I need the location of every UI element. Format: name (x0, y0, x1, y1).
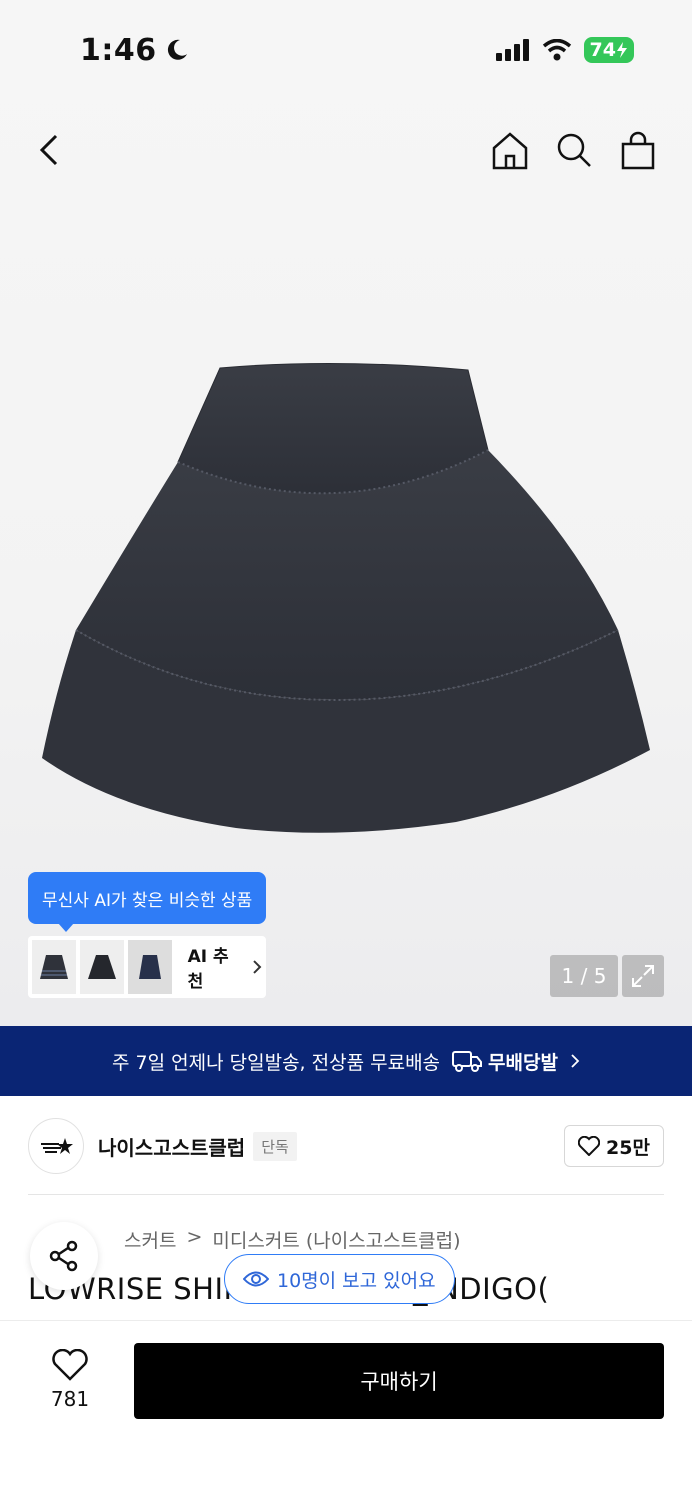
heart-icon (578, 1136, 601, 1156)
breadcrumb-item[interactable]: 미디스커트 (나이스고스트클럽) (212, 1226, 460, 1253)
banner-badge: 무배당발 (488, 1051, 558, 1074)
wishlist-count: 781 (50, 1387, 90, 1411)
ai-recommend-card[interactable]: AI 추천 (28, 936, 266, 998)
delivery-banner[interactable]: 주 7일 언제나 당일발송, 전상품 무료배송 무배당발 (0, 1026, 692, 1096)
back-arrow-icon (39, 134, 58, 166)
similar-thumbnail[interactable] (79, 940, 124, 994)
image-counter: 1 / 5 (550, 955, 618, 997)
status-time: 1:46 (80, 32, 157, 68)
home-icon (492, 132, 528, 170)
banner-text: 주 7일 언제나 당일발송, 전상품 무료배송 (112, 1051, 441, 1074)
top-navigation (0, 120, 692, 180)
ai-recommend-label: AI 추천 (187, 947, 229, 992)
expand-button[interactable] (622, 955, 664, 997)
buy-button[interactable]: 구매하기 (134, 1343, 664, 1419)
ai-similar-tooltip[interactable]: 무신사 AI가 찾은 비슷한 상품 (28, 872, 267, 932)
divider (28, 1194, 664, 1195)
home-button[interactable] (490, 128, 530, 172)
charging-bolt-icon (617, 42, 627, 58)
search-icon (557, 133, 591, 167)
bottom-action-bar: 781 구매하기 (0, 1320, 692, 1500)
exclusive-badge: 단독 (253, 1131, 297, 1161)
live-viewers-badge: 10명이 보고 있어요 (224, 1254, 455, 1304)
eye-icon (243, 1271, 269, 1287)
product-image[interactable] (36, 360, 660, 840)
live-viewers-text: 10명이 보고 있어요 (277, 1269, 436, 1292)
battery-indicator: 74 (583, 37, 634, 63)
share-icon (49, 1240, 78, 1272)
delivery-truck-icon (452, 1051, 483, 1072)
search-button[interactable] (554, 128, 594, 172)
moon-icon (167, 39, 187, 60)
brand-like-count: 25만 (606, 1136, 650, 1159)
brand-logo[interactable] (28, 1118, 84, 1174)
heart-icon (52, 1349, 88, 1381)
ai-recommend-link[interactable]: AI 추천 (188, 942, 262, 992)
battery-level: 74 (589, 39, 616, 61)
wishlist-button[interactable]: 781 (40, 1349, 100, 1411)
expand-icon (632, 965, 654, 987)
share-button[interactable] (30, 1222, 98, 1290)
back-button[interactable] (30, 128, 70, 172)
wifi-icon (542, 39, 571, 61)
brand-logo-icon (41, 1138, 73, 1154)
similar-thumbnail[interactable] (32, 940, 76, 994)
chevron-right-icon (571, 1054, 580, 1068)
brand-name[interactable]: 나이스고스트클럽 (98, 1132, 245, 1161)
chevron-right-icon (253, 960, 262, 974)
status-bar: 1:46 74 (0, 0, 692, 100)
signal-icon (495, 39, 529, 61)
breadcrumb-separator: > (186, 1226, 203, 1248)
cart-button[interactable] (618, 128, 658, 172)
shopping-bag-icon (621, 131, 655, 170)
brand-like-button[interactable]: 25만 (564, 1125, 664, 1167)
brand-row: 나이스고스트클럽 단독 25만 (28, 1116, 664, 1176)
similar-thumbnail[interactable] (127, 940, 172, 994)
